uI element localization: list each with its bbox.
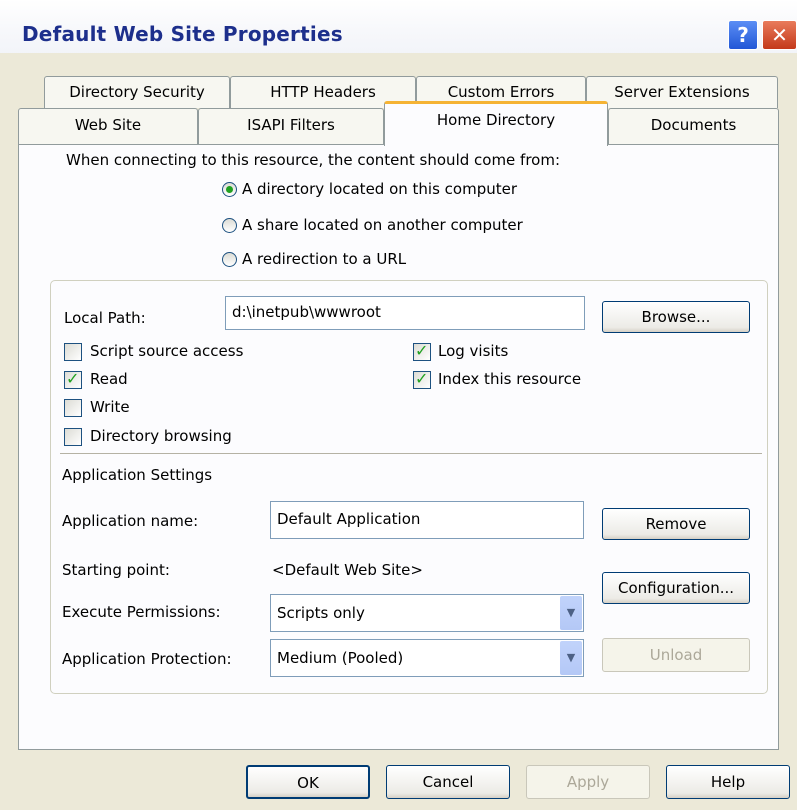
log-visits-label: Log visits xyxy=(438,342,509,360)
checkbox-directory-browsing[interactable] xyxy=(64,428,82,446)
remove-button[interactable]: Remove xyxy=(602,508,750,540)
script-source-access-label: Script source access xyxy=(90,342,244,360)
execute-permissions-label: Execute Permissions: xyxy=(62,603,221,621)
radio-local-directory-label: A directory located on this computer xyxy=(242,180,518,198)
apply-button[interactable]: Apply xyxy=(526,765,650,799)
starting-point-label: Starting point: xyxy=(62,561,170,579)
close-caption-button[interactable]: ✕ xyxy=(762,20,797,50)
app-name-input[interactable]: Default Application xyxy=(270,501,584,539)
radio-local-directory[interactable] xyxy=(222,182,237,197)
content-source-prompt: When connecting to this resource, the co… xyxy=(66,151,561,169)
checkbox-write[interactable] xyxy=(64,399,82,417)
app-name-label: Application name: xyxy=(62,512,199,530)
radio-network-share[interactable] xyxy=(222,218,237,233)
radio-url-redirect[interactable] xyxy=(222,252,237,267)
window-title: Default Web Site Properties xyxy=(22,22,343,46)
app-protection-select[interactable]: Medium (Pooled) ▼ xyxy=(270,639,584,677)
read-label: Read xyxy=(90,370,128,388)
chevron-down-icon[interactable]: ▼ xyxy=(560,596,582,630)
radio-url-redirect-label: A redirection to a URL xyxy=(242,250,407,268)
app-settings-heading: Application Settings xyxy=(62,466,213,484)
index-resource-label: Index this resource xyxy=(438,370,582,388)
help-button[interactable]: Help xyxy=(666,765,790,799)
tab-documents[interactable]: Documents xyxy=(608,108,779,144)
unload-button[interactable]: Unload xyxy=(602,638,750,672)
tab-server-extensions[interactable]: Server Extensions xyxy=(586,76,778,108)
checkbox-log-visits[interactable] xyxy=(413,341,431,361)
directory-browsing-label: Directory browsing xyxy=(90,427,232,445)
local-path-label: Local Path: xyxy=(64,309,146,327)
app-settings-separator xyxy=(60,453,762,454)
local-path-input[interactable]: d:\inetpub\wwwroot xyxy=(225,296,585,330)
tab-isapi-filters[interactable]: ISAPI Filters xyxy=(198,108,384,144)
browse-button[interactable]: Browse... xyxy=(602,301,750,333)
starting-point-value: <Default Web Site> xyxy=(272,561,423,579)
help-caption-button[interactable]: ? xyxy=(728,20,758,50)
cancel-button[interactable]: Cancel xyxy=(386,765,510,799)
checkbox-index-resource[interactable] xyxy=(413,369,431,389)
checkbox-read[interactable] xyxy=(64,369,82,389)
ok-button[interactable]: OK xyxy=(246,765,370,799)
checkbox-script-source-access[interactable] xyxy=(64,343,82,361)
write-label: Write xyxy=(90,398,130,416)
execute-permissions-value: Scripts only xyxy=(277,604,365,622)
chevron-down-icon[interactable]: ▼ xyxy=(560,641,582,675)
execute-permissions-select[interactable]: Scripts only ▼ xyxy=(270,594,584,632)
radio-network-share-label: A share located on another computer xyxy=(242,216,523,234)
tab-home-directory[interactable]: Home Directory xyxy=(384,101,608,146)
app-protection-label: Application Protection: xyxy=(62,650,232,668)
tab-web-site[interactable]: Web Site xyxy=(18,108,198,144)
app-protection-value: Medium (Pooled) xyxy=(277,649,404,667)
tab-directory-security[interactable]: Directory Security xyxy=(44,76,230,108)
configuration-button[interactable]: Configuration... xyxy=(602,572,750,604)
